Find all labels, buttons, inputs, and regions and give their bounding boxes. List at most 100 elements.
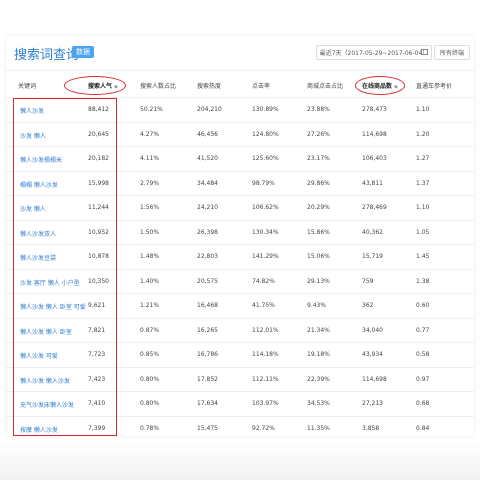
table-cell: 106.62% xyxy=(252,204,279,211)
table-cell: 0.97 xyxy=(416,375,430,383)
table-cell: 114,698 xyxy=(362,130,387,138)
table-cell: 0.87% xyxy=(140,326,160,334)
table-cell: 20.29% xyxy=(307,204,330,211)
table-cell: 4.11% xyxy=(140,155,160,162)
popularity-highlight-oval xyxy=(64,76,126,95)
table-cell: 43,811 xyxy=(362,179,383,187)
table-cell: 141.29% xyxy=(252,253,279,260)
table-cell: 23.17% xyxy=(307,155,330,162)
table-cell: 114.18% xyxy=(252,351,279,358)
table-cell: 27,213 xyxy=(362,400,383,407)
table-cell: 15,475 xyxy=(197,424,218,432)
table-cell: 46,456 xyxy=(197,130,218,138)
col-header-ztc-price[interactable]: 直通车参考价 xyxy=(416,81,452,90)
table-cell: 0.68 xyxy=(416,400,430,407)
table-cell: 34.53% xyxy=(307,400,330,407)
table-cell: 16,468 xyxy=(197,302,218,309)
table-cell: 112.01% xyxy=(252,326,279,334)
table-cell: 15.06% xyxy=(307,253,330,260)
table-cell: 130.34% xyxy=(252,228,279,236)
table-cell: 21.34% xyxy=(307,326,330,334)
table-cell: 1.48% xyxy=(140,253,160,260)
table-cell: 0.80% xyxy=(140,400,160,407)
table-cell: 1.21% xyxy=(140,302,160,309)
table-cell: 43,934 xyxy=(362,351,383,358)
table-cell: 1.56% xyxy=(140,204,160,211)
table-cell: 0.85% xyxy=(140,351,160,358)
col-header-mall-click-ratio[interactable]: 商城点击占比 xyxy=(307,81,343,90)
table-cell: 112.11% xyxy=(252,375,279,383)
table-cell: 4.27% xyxy=(140,130,160,138)
table-cell: 20,575 xyxy=(197,277,218,285)
table-cell: 27.26% xyxy=(307,130,330,138)
table-cell: 0.78% xyxy=(140,424,160,432)
title-tag: 数据 xyxy=(72,46,94,58)
table-cell: 1.10 xyxy=(416,204,430,211)
table-cell: 29.13% xyxy=(307,277,330,285)
col-header-searcher-ratio[interactable]: 搜索人数占比 xyxy=(140,81,176,90)
table-cell: 0.84 xyxy=(416,424,430,432)
table-cell: 0.77 xyxy=(416,326,430,334)
table-cell: 17,634 xyxy=(197,400,218,407)
table-cell: 16,786 xyxy=(197,351,218,358)
col-header-search-heat[interactable]: 搜索热度 xyxy=(197,81,221,90)
col-header-ctr[interactable]: 点击率 xyxy=(252,81,270,90)
table-cell: 1.40% xyxy=(140,277,160,285)
table-cell: 125.60% xyxy=(252,155,279,162)
calendar-icon[interactable] xyxy=(421,49,428,55)
table-cell: 17,852 xyxy=(197,375,218,383)
table-cell: 204,210 xyxy=(197,106,222,113)
date-range-select[interactable]: 最近7天（2017-05-29~2017-06-04） xyxy=(316,45,432,60)
table-cell: 29.86% xyxy=(307,179,330,187)
col-header-keyword[interactable]: 关键词 xyxy=(18,81,36,90)
table-cell: 40,362 xyxy=(362,228,383,236)
table-cell: 22.39% xyxy=(307,375,330,383)
table-cell: 23.88% xyxy=(307,106,330,113)
table-cell: 11.35% xyxy=(307,424,330,432)
table-cell: 16,265 xyxy=(197,326,218,334)
table-cell: 0.60 xyxy=(416,302,430,309)
table-cell: 106,403 xyxy=(362,155,387,162)
table-cell: 92.72% xyxy=(252,424,275,432)
terminal-select-label: 所有终端 xyxy=(439,50,464,57)
table-cell: 50.21% xyxy=(140,106,163,113)
table-cell: 114,698 xyxy=(362,375,387,383)
table-cell: 362 xyxy=(362,302,374,309)
bottom-shadow xyxy=(0,440,480,480)
keyword-highlight-box xyxy=(13,98,117,436)
table-cell: 278,469 xyxy=(362,204,387,211)
page-title: 搜索词查询 xyxy=(14,48,80,63)
products-highlight-oval xyxy=(355,76,405,95)
table-cell: 34,040 xyxy=(362,326,383,334)
table-cell: 1.10 xyxy=(416,106,430,113)
table-cell: 41,520 xyxy=(197,155,218,162)
table-cell: 41.75% xyxy=(252,302,275,309)
table-cell: 103.97% xyxy=(252,400,279,407)
table-cell: 3,858 xyxy=(362,424,380,432)
table-cell: 19.18% xyxy=(307,351,330,358)
table-cell: 1.27 xyxy=(416,155,430,162)
table-cell: 2.79% xyxy=(140,179,160,187)
table-cell: 15.86% xyxy=(307,228,330,236)
table-cell: 0.80% xyxy=(140,375,160,383)
table-cell: 1.05 xyxy=(416,228,430,236)
table-cell: 34,484 xyxy=(197,179,218,187)
table-cell: 15,719 xyxy=(362,253,383,260)
table-cell: 1.45 xyxy=(416,253,430,260)
table-cell: 9.43% xyxy=(307,302,327,309)
header-divider xyxy=(6,70,474,71)
table-cell: 130.89% xyxy=(252,106,279,113)
table-cell: 1.50% xyxy=(140,228,160,236)
table-cell: 1.20 xyxy=(416,130,430,138)
date-range-label: 最近7天（2017-05-29~2017-06-04） xyxy=(319,50,429,57)
table-cell: 98.79% xyxy=(252,179,275,187)
table-cell: 124.80% xyxy=(252,130,279,138)
table-cell: 0.58 xyxy=(416,351,430,358)
table-cell: 26,398 xyxy=(197,228,218,236)
table-cell: 1.37 xyxy=(416,179,430,187)
terminal-select[interactable]: 所有终端 xyxy=(434,45,470,60)
table-cell: 74.82% xyxy=(252,277,275,285)
table-cell: 278,473 xyxy=(362,106,387,113)
table-cell: 759 xyxy=(362,277,374,285)
table-cell: 22,803 xyxy=(197,253,218,260)
